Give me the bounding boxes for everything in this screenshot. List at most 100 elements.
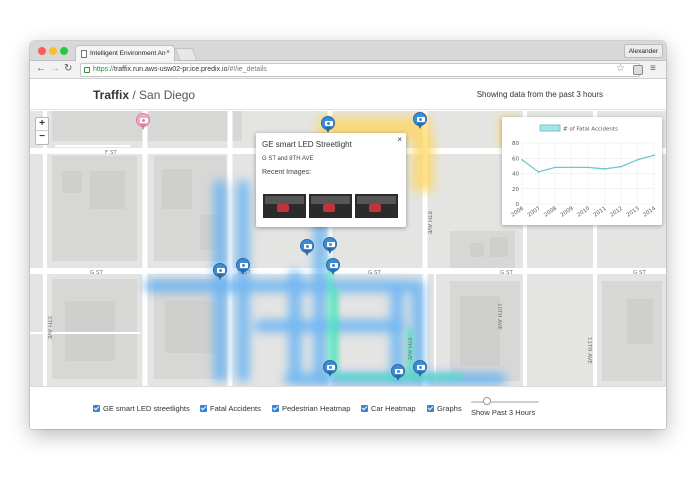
document-icon <box>81 50 87 58</box>
toggle-label: Graphs <box>437 404 462 413</box>
street-label: G ST <box>368 270 382 276</box>
recent-images <box>263 194 399 218</box>
brand-name[interactable]: Traffix <box>93 88 129 102</box>
city-name: San Diego <box>139 88 196 102</box>
streetlight-marker[interactable] <box>300 239 314 257</box>
data-point[interactable] <box>521 158 523 161</box>
bookmark-star-icon[interactable]: ☆ <box>616 63 625 74</box>
fatal-accidents-chart: # of Fatal Accidents 020406080 2006 2007 2… <box>510 124 658 219</box>
close-window-icon[interactable] <box>38 47 46 55</box>
toggle-graphs[interactable]: Graphs <box>427 404 462 413</box>
legend-label: # of Fatal Accidents <box>563 127 618 133</box>
y-tick-label: 80 <box>512 141 519 147</box>
tab-close-icon[interactable]: × <box>166 49 170 56</box>
toggle-label: GE smart LED streetlights <box>103 404 190 413</box>
camera-icon <box>240 263 248 268</box>
popup-title: GE smart LED Streetlight <box>262 140 352 149</box>
streetlight-marker[interactable] <box>323 237 337 255</box>
slider-track[interactable] <box>471 401 539 403</box>
browser-tab[interactable]: Intelligent Environment An × <box>75 45 175 61</box>
time-range-slider[interactable] <box>471 397 539 405</box>
url-host: traffix.run.aws-usw02-pr.ice.predix.io <box>114 66 228 73</box>
back-arrow-icon[interactable]: ← <box>36 63 46 75</box>
streetlight-marker[interactable] <box>326 258 340 276</box>
app-title: Traffix / San Diego <box>93 88 195 102</box>
streetlight-marker[interactable] <box>413 360 427 378</box>
recent-image-thumbnail[interactable] <box>263 194 306 218</box>
x-tick-label: 2009 <box>560 205 575 218</box>
url-path: /#!/ie_details <box>227 66 267 73</box>
recent-image-thumbnail[interactable] <box>355 194 398 218</box>
toggle-streetlights[interactable]: GE smart LED streetlights <box>93 404 190 413</box>
tab-bar: Intelligent Environment An × Alexander <box>30 41 666 61</box>
recent-images-label: Recent Images: <box>262 169 312 176</box>
tab-title: Intelligent Environment An <box>90 50 166 57</box>
profile-button[interactable]: Alexander <box>623 44 663 58</box>
street-label: G ST <box>500 270 514 276</box>
url-input[interactable]: https://traffix.run.aws-usw02-pr.ice.pre… <box>80 63 640 77</box>
toggle-pedestrian-heatmap[interactable]: Pedestrian Heatmap <box>272 404 350 413</box>
data-point[interactable] <box>554 166 556 169</box>
checkbox-icon[interactable] <box>427 405 434 412</box>
data-point[interactable] <box>537 171 540 173</box>
checkbox-icon[interactable] <box>200 405 207 412</box>
x-tick-label: 2012 <box>609 206 624 219</box>
minimize-window-icon[interactable] <box>49 47 57 55</box>
forward-arrow-icon[interactable]: → <box>50 63 60 75</box>
y-tick-label: 40 <box>512 172 519 178</box>
toggle-car-heatmap[interactable]: Car Heatmap <box>361 404 416 413</box>
menu-icon[interactable]: ≡ <box>650 64 656 74</box>
street-label: 5TH AVE <box>46 316 52 340</box>
street-label: 9TH AVE <box>406 337 412 361</box>
zoom-in-button[interactable]: + <box>36 118 48 131</box>
streetlight-marker[interactable] <box>391 364 405 382</box>
x-tick-label: 2013 <box>626 205 641 218</box>
data-point[interactable] <box>620 165 622 168</box>
fatal-accidents-chart-card: # of Fatal Accidents 0 20 40 60 80 2006 2007 2… <box>502 117 662 225</box>
data-point[interactable] <box>587 166 589 169</box>
time-range-status: Showing data from the past 3 hours <box>476 90 603 99</box>
extension-icon[interactable] <box>633 65 643 75</box>
data-point[interactable] <box>570 166 573 169</box>
data-point[interactable] <box>636 158 639 161</box>
x-tick-label: 2008 <box>543 205 558 218</box>
app-header: Traffix / San Diego Showing data from th… <box>30 80 666 110</box>
street-label: 8TH AVE <box>426 211 432 235</box>
maximize-window-icon[interactable] <box>60 47 68 55</box>
map-view[interactable]: F ST G ST G ST G ST G ST G ST 8TH AVE 10… <box>30 111 666 386</box>
title-separator: / <box>132 88 136 102</box>
streetlight-marker[interactable] <box>213 263 227 281</box>
camera-icon <box>217 268 225 273</box>
streetlight-popup: × GE smart LED Streetlight G ST and 8TH … <box>256 133 406 227</box>
checkbox-icon[interactable] <box>272 405 279 412</box>
y-tick-label: 20 <box>512 187 519 193</box>
popup-address: G ST and 8TH AVE <box>262 156 314 162</box>
checkbox-icon[interactable] <box>93 405 100 412</box>
toggle-fatal-accidents[interactable]: Fatal Accidents <box>200 404 261 413</box>
x-tick-label: 2011 <box>593 206 608 219</box>
reload-icon[interactable]: ↻ <box>64 63 72 75</box>
time-range-label: Show Past 3 Hours <box>471 408 536 417</box>
y-tick-label: 60 <box>512 156 519 162</box>
car-accident-marker[interactable] <box>136 113 150 131</box>
data-point[interactable] <box>653 154 655 157</box>
x-tick-label: 2010 <box>576 205 591 218</box>
recent-image-thumbnail[interactable] <box>309 194 352 218</box>
checkbox-icon[interactable] <box>361 405 368 412</box>
streetlight-marker[interactable] <box>323 360 337 378</box>
streetlight-marker[interactable] <box>236 258 250 276</box>
popup-close-button[interactable]: × <box>397 135 402 144</box>
camera-icon <box>327 365 335 370</box>
streetlight-marker[interactable] <box>321 116 335 134</box>
x-tick-label: 2007 <box>527 205 542 218</box>
street-label: 10TH AVE <box>496 303 502 330</box>
url-scheme: https:// <box>93 66 115 73</box>
street-label: 11TH AVE <box>586 337 592 364</box>
new-tab-button[interactable] <box>174 48 198 60</box>
streetlight-marker[interactable] <box>413 112 427 130</box>
layer-controls: GE smart LED streetlights Fatal Accident… <box>30 386 666 429</box>
slider-handle[interactable] <box>483 397 491 405</box>
data-point[interactable] <box>603 168 606 170</box>
camera-icon <box>417 365 425 370</box>
zoom-out-button[interactable]: − <box>36 131 48 144</box>
